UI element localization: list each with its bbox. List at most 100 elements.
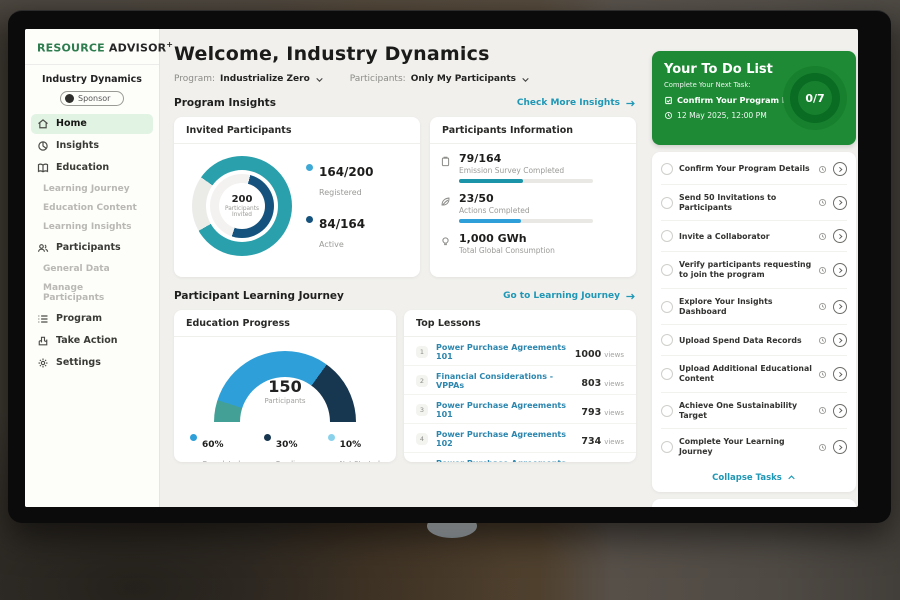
chevron-right-icon[interactable] xyxy=(833,196,847,210)
lesson-title[interactable]: Power Purchase Agreements 103 xyxy=(436,459,573,463)
checkbox-icon[interactable] xyxy=(661,368,673,380)
checkbox-icon[interactable] xyxy=(661,163,673,175)
lesson-row[interactable]: 2 Financial Considerations - VPPAs 803vi… xyxy=(404,366,636,395)
chevron-right-icon[interactable] xyxy=(833,440,847,454)
lesson-title[interactable]: Power Purchase Agreements 102 xyxy=(436,430,573,448)
program-dropdown[interactable]: Program: Industrialize Zero xyxy=(174,74,324,84)
chevron-down-icon xyxy=(521,75,530,84)
legend-not-started: 10% Not Started xyxy=(328,432,380,462)
top-lessons-card: Top Lessons 1 Power Purchase Agreements … xyxy=(404,310,636,462)
todo-item-label: Upload Spend Data Records xyxy=(679,336,812,346)
lesson-rank: 3 xyxy=(416,404,428,416)
todo-item-label: Send 50 Invitations to Participants xyxy=(679,193,812,212)
education-progress-card: Education Progress 150 Participants 60% … xyxy=(174,310,396,462)
sidebar-item-learning-journey[interactable]: Learning Journey xyxy=(31,180,153,198)
lesson-title[interactable]: Power Purchase Agreements 101 xyxy=(436,401,573,419)
chevron-right-icon[interactable] xyxy=(833,229,847,243)
bulb-icon xyxy=(440,236,451,247)
checkbox-icon[interactable] xyxy=(661,334,673,346)
sidebar-item-label: Take Action xyxy=(56,335,118,346)
clock-icon xyxy=(818,406,827,415)
logo-secondary: ADVISOR xyxy=(109,42,166,55)
go-to-learning-journey-link[interactable]: Go to Learning Journey xyxy=(503,291,636,302)
lesson-row[interactable]: 3 Power Purchase Agreements 101 793views xyxy=(404,395,636,424)
lesson-views-suffix: views xyxy=(604,438,624,446)
checkbox-icon[interactable] xyxy=(661,405,673,417)
sponsor-badge-label: Sponsor xyxy=(78,94,110,103)
lesson-title[interactable]: Power Purchase Agreements 101 xyxy=(436,343,567,361)
sidebar-item-insights[interactable]: Insights xyxy=(31,136,153,156)
todo-item[interactable]: Send 50 Invitations to Participants xyxy=(661,185,847,221)
lesson-row[interactable]: 4 Power Purchase Agreements 102 734views xyxy=(404,424,636,453)
legend-value: 60% xyxy=(202,440,224,450)
todo-item[interactable]: Confirm Your Program Details xyxy=(661,154,847,185)
chevron-right-icon[interactable] xyxy=(833,263,847,277)
todo-item[interactable]: Upload Spend Data Records xyxy=(661,325,847,356)
chevron-right-icon[interactable] xyxy=(833,300,847,314)
stat-value: 23/50 xyxy=(459,192,593,205)
legend-dot xyxy=(264,434,271,441)
lesson-views-suffix: views xyxy=(604,380,624,388)
todo-item[interactable]: Explore Your Insights Dashboard xyxy=(661,289,847,325)
check-more-insights-link[interactable]: Check More Insights xyxy=(517,98,636,109)
checkbox-icon[interactable] xyxy=(661,301,673,313)
lesson-row[interactable]: 5 Power Purchase Agreements 103 600views xyxy=(404,453,636,462)
todo-item[interactable]: Achieve One Sustainability Target xyxy=(661,393,847,429)
legend-dot xyxy=(190,434,197,441)
checkbox-icon[interactable] xyxy=(661,264,673,276)
app-logo: RESOURCE ADVISOR+ xyxy=(25,29,159,65)
todo-progress-ring: 0/7 xyxy=(783,66,847,130)
page-title: Welcome, Industry Dynamics xyxy=(174,43,636,65)
sidebar-item-education-content[interactable]: Education Content xyxy=(31,199,153,217)
sponsor-icon xyxy=(65,94,74,103)
legend-value: 30% xyxy=(276,440,298,450)
go-to-learning-journey-label: Go to Learning Journey xyxy=(503,291,620,301)
chevron-right-icon[interactable] xyxy=(833,367,847,381)
top-lessons-title: Top Lessons xyxy=(404,310,636,337)
todo-due-label: 12 May 2025, 12:00 PM xyxy=(677,111,767,120)
checkbox-icon[interactable] xyxy=(661,441,673,453)
education-progress-gauge-chart: 150 Participants xyxy=(214,351,356,422)
leaf-icon xyxy=(440,196,451,207)
todo-item[interactable]: Invite a Collaborator xyxy=(661,221,847,252)
dashboard-screen: RESOURCE ADVISOR+ Industry Dynamics Spon… xyxy=(25,29,858,507)
lesson-views-suffix: views xyxy=(604,351,624,359)
sidebar-item-participants[interactable]: Participants xyxy=(31,238,153,258)
chevron-right-icon[interactable] xyxy=(833,333,847,347)
stat-value: 79/164 xyxy=(459,152,593,165)
legend-value: 10% xyxy=(340,440,362,450)
sidebar-item-settings[interactable]: Settings xyxy=(31,353,153,373)
sidebar-item-manage-participants[interactable]: Manage Participants xyxy=(31,279,153,307)
checkbox-icon[interactable] xyxy=(661,230,673,242)
chevron-down-icon xyxy=(315,75,324,84)
legend-pending: 30% Pending xyxy=(264,432,304,462)
sidebar-item-learning-insights[interactable]: Learning Insights xyxy=(31,218,153,236)
sidebar-item-label: Insights xyxy=(56,140,99,151)
stat-actions-completed: 23/50 Actions Completed xyxy=(440,192,622,223)
legend-value: 84/164 xyxy=(319,217,365,231)
sidebar-item-program[interactable]: Program xyxy=(31,309,153,329)
education-progress-title: Education Progress xyxy=(174,310,396,337)
participants-dropdown[interactable]: Participants: Only My Participants xyxy=(350,74,530,84)
todo-item-label: Upload Additional Educational Content xyxy=(679,364,812,383)
collapse-tasks-link[interactable]: Collapse Tasks xyxy=(661,465,847,488)
lesson-row[interactable]: 1 Power Purchase Agreements 101 1000view… xyxy=(404,337,636,366)
legend-registered: 164/200 Registered xyxy=(306,161,373,199)
todo-summary-card: Your To Do List Complete Your Next Task:… xyxy=(652,51,856,145)
monitor-bezel: RESOURCE ADVISOR+ Industry Dynamics Spon… xyxy=(8,10,891,523)
sidebar-item-education[interactable]: Education xyxy=(31,158,153,178)
todo-panel: Your To Do List Complete Your Next Task:… xyxy=(652,29,856,507)
todo-item[interactable]: Verify participants requesting to join t… xyxy=(661,252,847,288)
todo-item[interactable]: Upload Additional Educational Content xyxy=(661,356,847,392)
sidebar-item-home[interactable]: Home xyxy=(31,114,153,134)
sidebar-item-general-data[interactable]: General Data xyxy=(31,260,153,278)
lesson-views: 1000 xyxy=(575,349,601,360)
checkbox-icon[interactable] xyxy=(661,197,673,209)
recent-news-card: Recent News xyxy=(652,499,856,507)
clock-icon xyxy=(664,111,673,120)
lesson-title[interactable]: Financial Considerations - VPPAs xyxy=(436,372,573,390)
chevron-right-icon[interactable] xyxy=(833,404,847,418)
sidebar-item-take-action[interactable]: Take Action xyxy=(31,331,153,351)
todo-item[interactable]: Complete Your Learning Journey xyxy=(661,429,847,464)
chevron-right-icon[interactable] xyxy=(833,162,847,176)
